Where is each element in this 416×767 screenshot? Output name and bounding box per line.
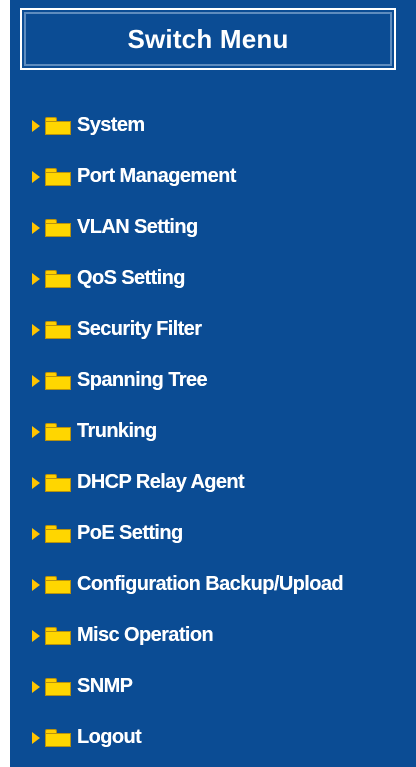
folder-icon bbox=[45, 218, 71, 237]
menu-item-dhcp-relay-agent[interactable]: DHCP Relay Agent bbox=[32, 457, 416, 508]
menu-item-label[interactable]: System bbox=[77, 114, 145, 137]
expand-arrow-icon[interactable] bbox=[32, 170, 40, 183]
menu-item-port-management[interactable]: Port Management bbox=[32, 151, 416, 202]
menu-item-security-filter[interactable]: Security Filter bbox=[32, 304, 416, 355]
expand-arrow-icon[interactable] bbox=[32, 425, 40, 438]
folder-icon bbox=[45, 422, 71, 441]
menu-item-label[interactable]: PoE Setting bbox=[77, 522, 183, 545]
menu-item-configuration-backup-upload[interactable]: Configuration Backup/Upload bbox=[32, 559, 416, 610]
folder-icon bbox=[45, 167, 71, 186]
menu-title-text: Switch Menu bbox=[127, 23, 289, 54]
menu-item-label[interactable]: Security Filter bbox=[77, 318, 202, 341]
menu-item-label[interactable]: DHCP Relay Agent bbox=[77, 471, 245, 494]
folder-icon bbox=[45, 320, 71, 339]
folder-icon bbox=[45, 473, 71, 492]
menu-item-label[interactable]: Port Management bbox=[77, 165, 236, 188]
folder-icon bbox=[45, 626, 71, 645]
menu-item-label[interactable]: SNMP bbox=[77, 675, 133, 698]
expand-arrow-icon[interactable] bbox=[32, 323, 40, 336]
folder-icon bbox=[45, 371, 71, 390]
menu-item-system[interactable]: System bbox=[32, 100, 416, 151]
menu-item-spanning-tree[interactable]: Spanning Tree bbox=[32, 355, 416, 406]
expand-arrow-icon[interactable] bbox=[32, 221, 40, 234]
menu-list: System Port Management VLAN Setting QoS … bbox=[32, 100, 416, 763]
menu-item-trunking[interactable]: Trunking bbox=[32, 406, 416, 457]
menu-item-misc-operation[interactable]: Misc Operation bbox=[32, 610, 416, 661]
menu-item-label[interactable]: Trunking bbox=[77, 420, 157, 443]
expand-arrow-icon[interactable] bbox=[32, 629, 40, 642]
switch-menu-panel: Switch Menu System Port Management VLAN … bbox=[10, 0, 416, 767]
menu-item-qos-setting[interactable]: QoS Setting bbox=[32, 253, 416, 304]
expand-arrow-icon[interactable] bbox=[32, 680, 40, 693]
menu-item-label[interactable]: Configuration Backup/Upload bbox=[77, 573, 344, 596]
folder-icon bbox=[45, 677, 71, 696]
menu-item-poe-setting[interactable]: PoE Setting bbox=[32, 508, 416, 559]
menu-item-label[interactable]: Logout bbox=[77, 726, 142, 749]
menu-title: Switch Menu bbox=[20, 8, 396, 70]
menu-item-label[interactable]: Spanning Tree bbox=[77, 369, 208, 392]
menu-item-label[interactable]: QoS Setting bbox=[77, 267, 185, 290]
expand-arrow-icon[interactable] bbox=[32, 272, 40, 285]
expand-arrow-icon[interactable] bbox=[32, 578, 40, 591]
menu-item-label[interactable]: VLAN Setting bbox=[77, 216, 198, 239]
folder-icon bbox=[45, 575, 71, 594]
expand-arrow-icon[interactable] bbox=[32, 374, 40, 387]
menu-item-logout[interactable]: Logout bbox=[32, 712, 416, 763]
expand-arrow-icon[interactable] bbox=[32, 476, 40, 489]
expand-arrow-icon[interactable] bbox=[32, 731, 40, 744]
menu-item-vlan-setting[interactable]: VLAN Setting bbox=[32, 202, 416, 253]
folder-icon bbox=[45, 116, 71, 135]
menu-item-label[interactable]: Misc Operation bbox=[77, 624, 214, 647]
folder-icon bbox=[45, 269, 71, 288]
expand-arrow-icon[interactable] bbox=[32, 527, 40, 540]
expand-arrow-icon[interactable] bbox=[32, 119, 40, 132]
folder-icon bbox=[45, 524, 71, 543]
folder-icon bbox=[45, 728, 71, 747]
menu-item-snmp[interactable]: SNMP bbox=[32, 661, 416, 712]
